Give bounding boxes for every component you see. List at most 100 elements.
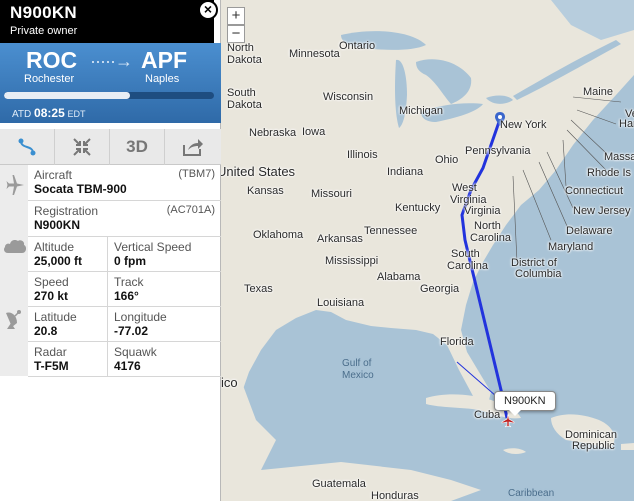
route-banner: ROC Rochester ·····→ APF Naples ATD 08:2… (0, 43, 221, 123)
map-label: Virginia (464, 205, 501, 217)
map-label: New Jersey (573, 205, 631, 217)
map-label: Dakota (227, 99, 262, 111)
map-label: United States (221, 164, 296, 179)
map-label: Alabama (377, 271, 421, 283)
departure-time: ATD 08:25 EDT (12, 106, 86, 120)
radar-value: T-F5M (34, 359, 69, 373)
zoom-out-button[interactable]: − (227, 25, 245, 43)
map-label: Carolina (470, 232, 511, 244)
share-button[interactable] (165, 129, 220, 165)
radar-label: Radar (34, 345, 67, 359)
flight-info-panel: N900KN Private owner × ROC Rochester ···… (0, 0, 221, 501)
longitude-label: Longitude (114, 310, 167, 324)
aircraft-callout[interactable]: N900KN (494, 391, 556, 416)
flight-progress-bar (4, 92, 214, 99)
track-label: Track (114, 275, 144, 289)
squawk-label: Squawk (114, 345, 157, 359)
map-label: Columbia (515, 268, 562, 280)
registration-value: N900KN (34, 218, 81, 232)
flight-progress-fill (4, 92, 130, 99)
origin-city: Rochester (24, 73, 75, 85)
atd-timezone: EDT (67, 109, 86, 119)
longitude-value: -77.02 (114, 324, 149, 338)
latitude-cell: Latitude 20.8 (28, 307, 107, 342)
speed-value: 270 kt (34, 289, 69, 303)
map-label: Delaware (566, 225, 613, 237)
map-label: Georgia (420, 283, 460, 295)
map-label: Kentucky (395, 202, 441, 214)
route-button[interactable] (0, 129, 55, 165)
map-label: Kansas (247, 185, 284, 197)
fit-view-icon (73, 138, 91, 156)
map-label: Dakota (227, 54, 262, 66)
aircraft-code: (TBM7) (178, 168, 215, 180)
map-label: Maryland (548, 241, 594, 253)
altitude-cell: Altitude 25,000 ft (28, 237, 107, 272)
map-label: Missouri (311, 188, 352, 200)
map-label: Iowa (302, 126, 326, 138)
map-label: Carolina (447, 260, 488, 272)
speed-label: Speed (34, 275, 69, 289)
radar-dish-icon (3, 307, 25, 336)
map-label: Connecticut (565, 185, 624, 197)
aircraft-row: Aircraft Socata TBM-900 (TBM7) (28, 165, 221, 201)
squawk-value: 4176 (114, 359, 141, 373)
track-value: 166° (114, 289, 139, 303)
latitude-label: Latitude (34, 310, 77, 324)
vertical-speed-cell: Vertical Speed 0 fpm (107, 237, 221, 272)
aircraft-icon[interactable] (501, 414, 515, 428)
map-label: Louisiana (317, 297, 365, 309)
map-label: Mississippi (325, 255, 379, 267)
map-label: Massa (604, 151, 634, 163)
map-label: Wisconsin (323, 91, 374, 103)
latitude-value: 20.8 (34, 324, 58, 338)
squawk-cell: Squawk 4176 (107, 342, 221, 377)
map-label: Michigan (399, 105, 444, 117)
map-label: Gulf of (342, 358, 372, 369)
route-arrow-icon: ·····→ (90, 51, 133, 71)
speed-cell: Speed 270 kt (28, 272, 107, 307)
zoom-in-button[interactable]: + (227, 7, 245, 25)
map-label: Cuba (474, 409, 501, 421)
destination-code: APF (141, 47, 187, 73)
registration-code: (AC701A) (166, 204, 215, 216)
map-label: South (451, 248, 480, 260)
map-label: Republic (572, 440, 615, 452)
map-label: Guatemala (312, 478, 366, 490)
map-label: Texas (244, 283, 273, 295)
map-label: Caribbean (508, 488, 555, 499)
vertical-speed-label: Vertical Speed (114, 240, 192, 254)
close-button[interactable]: × (198, 0, 218, 20)
atd-label: ATD (12, 109, 32, 120)
share-icon (182, 139, 203, 156)
details-gutter (0, 165, 28, 376)
map-label: Honduras (371, 490, 419, 501)
map-label: Tennessee (364, 225, 418, 237)
map-label: North (227, 42, 254, 54)
registration-row: Registration N900KN (AC701A) (28, 201, 221, 237)
destination-city: Naples (145, 73, 180, 85)
map-view[interactable]: + − N900KN Ontario North Dakota Minnesot… (221, 0, 634, 501)
vertical-speed-value: 0 fpm (114, 254, 147, 268)
map-label: ico (221, 375, 238, 390)
map-label: Rhode Is (587, 167, 632, 179)
map-label: New York (500, 119, 547, 131)
map-label: Ontario (339, 40, 376, 52)
map-label: Ohio (435, 154, 459, 166)
fit-view-button[interactable] (55, 129, 110, 165)
map-label: Florida (440, 336, 474, 348)
panel-toolbar: 3D (0, 129, 221, 165)
map-label: Oklahoma (253, 229, 304, 241)
longitude-cell: Longitude -77.02 (107, 307, 221, 342)
atd-time: 08:25 (34, 106, 65, 120)
map-label: Pennsylvania (465, 145, 531, 157)
map-label: Mexico (342, 370, 374, 381)
origin-code: ROC (26, 47, 78, 73)
view-3d-button[interactable]: 3D (110, 129, 165, 165)
map-label: Illinois (347, 149, 378, 161)
altitude-label: Altitude (34, 240, 75, 254)
flight-registration-title: N900KN (10, 3, 77, 22)
map-label: Arkansas (317, 233, 363, 245)
map-label: North (474, 220, 501, 232)
altitude-value: 25,000 ft (34, 254, 83, 268)
